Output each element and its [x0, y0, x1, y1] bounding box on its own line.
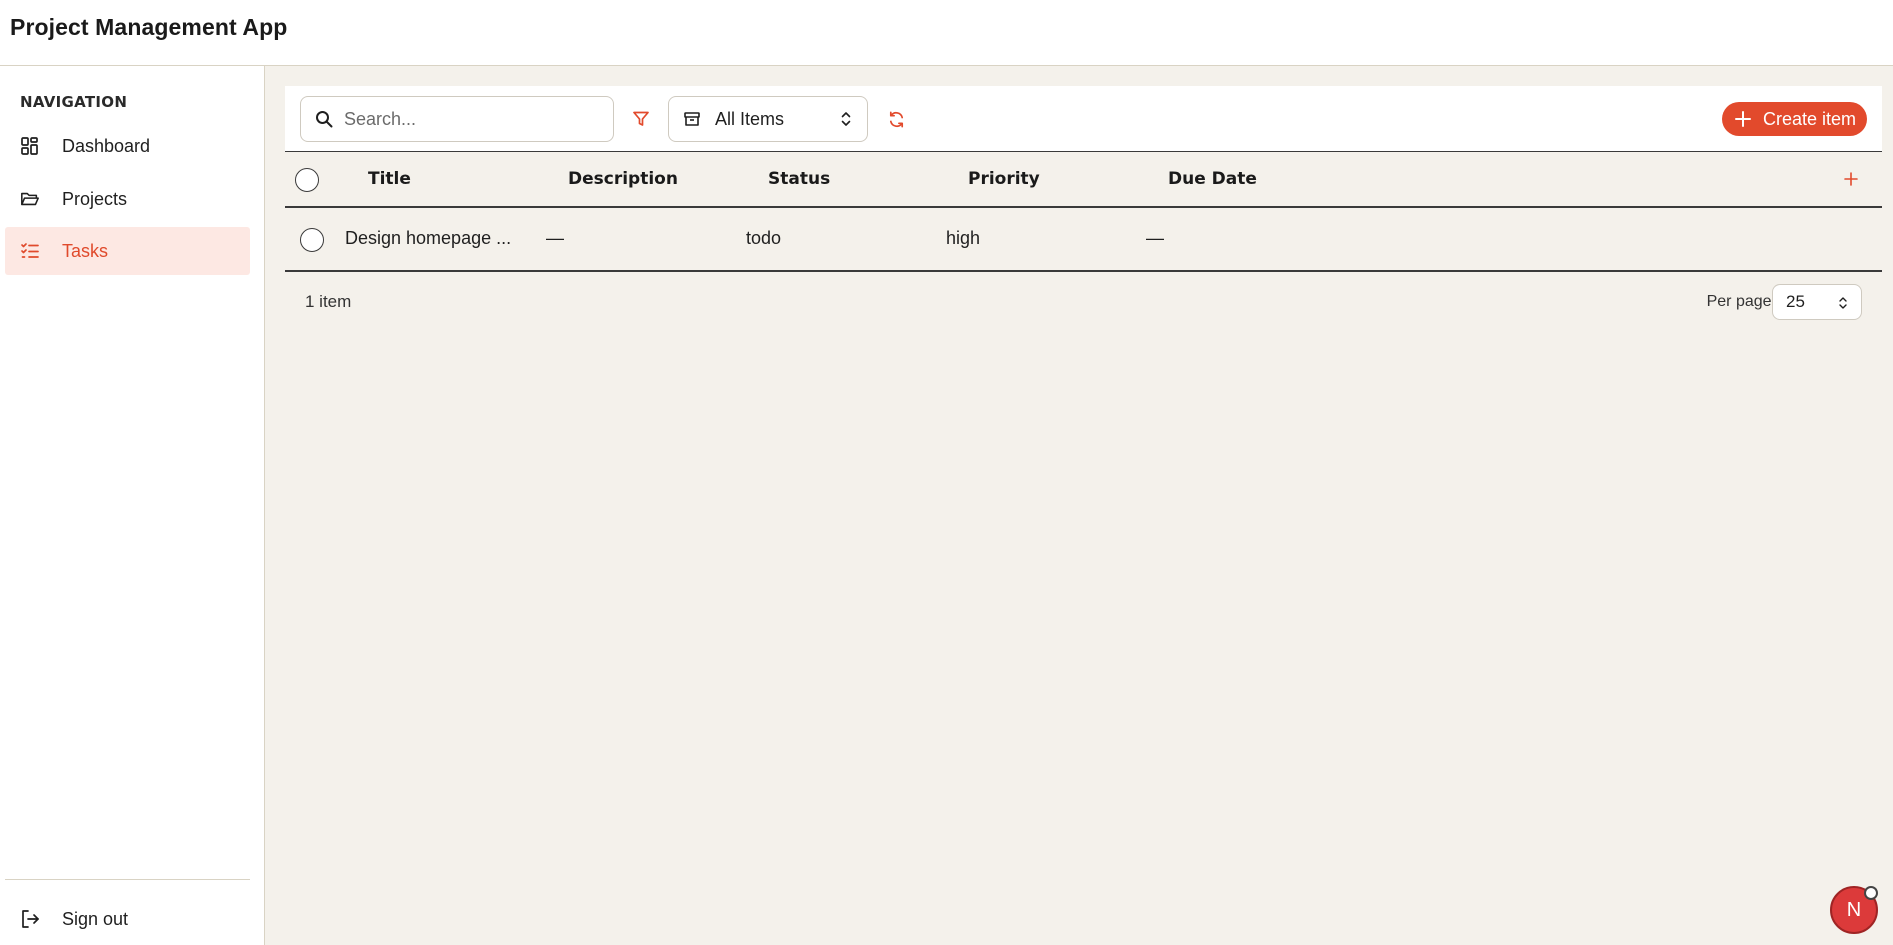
per-page-select[interactable]: 25: [1772, 284, 1862, 320]
view-select[interactable]: All Items: [668, 96, 868, 142]
filter-icon[interactable]: [630, 108, 652, 130]
main-content: All Items Create item: [265, 66, 1893, 945]
sidebar-divider: [5, 879, 250, 880]
sidebar-item-tasks[interactable]: Tasks: [5, 227, 250, 275]
column-header-description[interactable]: Description: [568, 169, 678, 189]
cell-status: todo: [746, 228, 782, 248]
sidebar-item-label: Dashboard: [62, 135, 151, 156]
create-item-button[interactable]: Create item: [1721, 102, 1867, 136]
toolbar: All Items Create item: [285, 86, 1882, 152]
sidebar-item-dashboard[interactable]: Dashboard: [5, 122, 250, 170]
app-title: Project Management App: [10, 14, 288, 40]
sidebar: NAVIGATION Dashboard Projects Tasks Sign…: [0, 66, 265, 945]
table-header: Title Description Status Priority Due Da…: [285, 152, 1882, 208]
search-box[interactable]: [300, 96, 614, 142]
sign-out-button[interactable]: Sign out: [5, 895, 250, 943]
tasks-list-icon: [20, 241, 40, 261]
cell-title[interactable]: Design homepage ...: [345, 228, 511, 249]
avatar-status-indicator: [1864, 886, 1878, 900]
cell-due-date: —: [1146, 228, 1164, 248]
item-count: 1 item: [305, 292, 352, 311]
column-header-due-date[interactable]: Due Date: [1168, 169, 1257, 189]
view-select-value: All Items: [715, 108, 785, 129]
sidebar-item-label: Projects: [62, 188, 128, 209]
nav-heading: NAVIGATION: [20, 93, 128, 111]
sidebar-item-projects[interactable]: Projects: [5, 175, 250, 223]
dashboard-icon: [20, 136, 40, 156]
archive-icon: [683, 110, 701, 128]
cell-description: —: [546, 228, 564, 248]
row-checkbox[interactable]: [300, 228, 324, 252]
search-input[interactable]: [344, 108, 594, 130]
sign-out-icon: [20, 909, 40, 929]
top-bar: Project Management App: [0, 0, 1893, 66]
search-icon: [314, 109, 334, 129]
select-all-checkbox[interactable]: [295, 168, 319, 192]
refresh-icon[interactable]: [885, 108, 907, 130]
chevron-up-down-icon: [839, 110, 853, 128]
chevron-up-down-icon: [1837, 295, 1849, 311]
avatar-initial: N: [1846, 898, 1862, 921]
per-page-label: Per page:: [1706, 293, 1776, 310]
table-footer: 1 item Per page: 25: [285, 272, 1882, 332]
table-row[interactable]: Design homepage ... — todo high —: [285, 208, 1882, 272]
plus-icon: [1734, 110, 1752, 128]
column-header-title[interactable]: Title: [368, 169, 411, 189]
per-page-value: 25: [1786, 292, 1805, 311]
sign-out-label: Sign out: [62, 908, 129, 929]
add-column-icon[interactable]: [1840, 168, 1862, 190]
column-header-status[interactable]: Status: [768, 169, 830, 189]
folder-icon: [20, 189, 40, 209]
create-item-label: Create item: [1762, 108, 1856, 129]
cell-priority: high: [946, 228, 981, 248]
column-header-priority[interactable]: Priority: [968, 169, 1040, 189]
sidebar-item-label: Tasks: [62, 240, 109, 261]
